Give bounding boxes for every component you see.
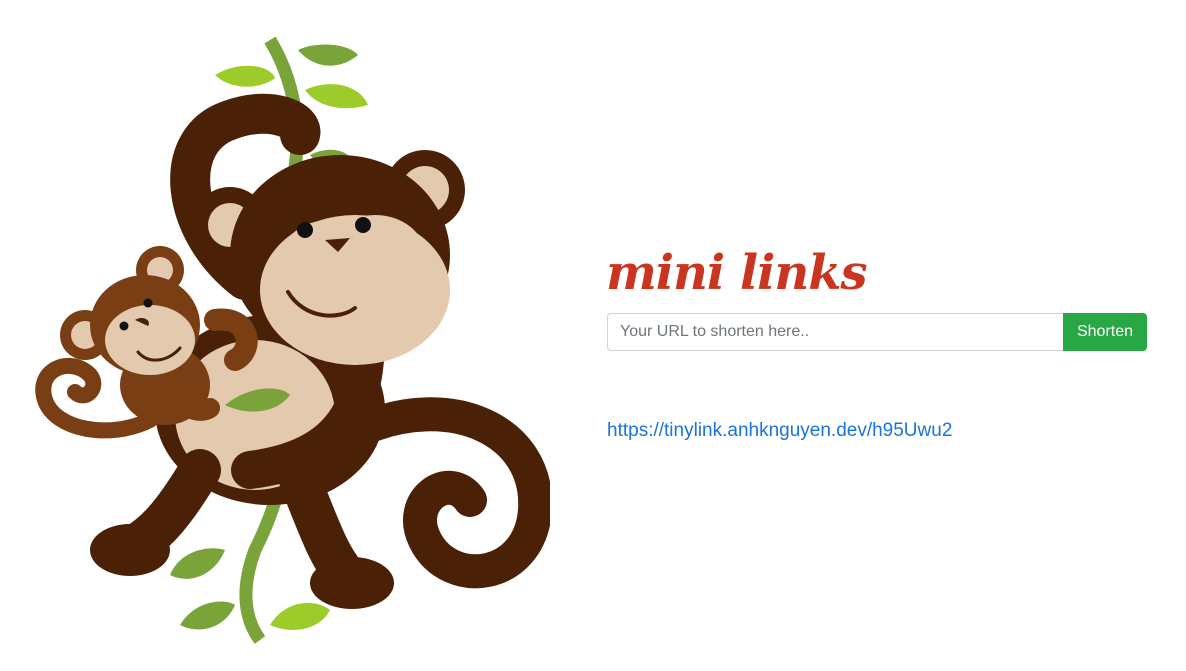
page: mini links Shorten https://tinylink.anhk… bbox=[0, 0, 1186, 671]
monkey-on-vine-icon bbox=[30, 30, 550, 645]
brand-title: mini links bbox=[606, 245, 868, 301]
shorten-button[interactable]: Shorten bbox=[1063, 313, 1147, 351]
url-input[interactable] bbox=[607, 313, 1063, 351]
shorten-form: Shorten bbox=[607, 313, 1147, 351]
short-url-link[interactable]: https://tinylink.anhknguyen.dev/h95Uwu2 bbox=[607, 420, 952, 442]
